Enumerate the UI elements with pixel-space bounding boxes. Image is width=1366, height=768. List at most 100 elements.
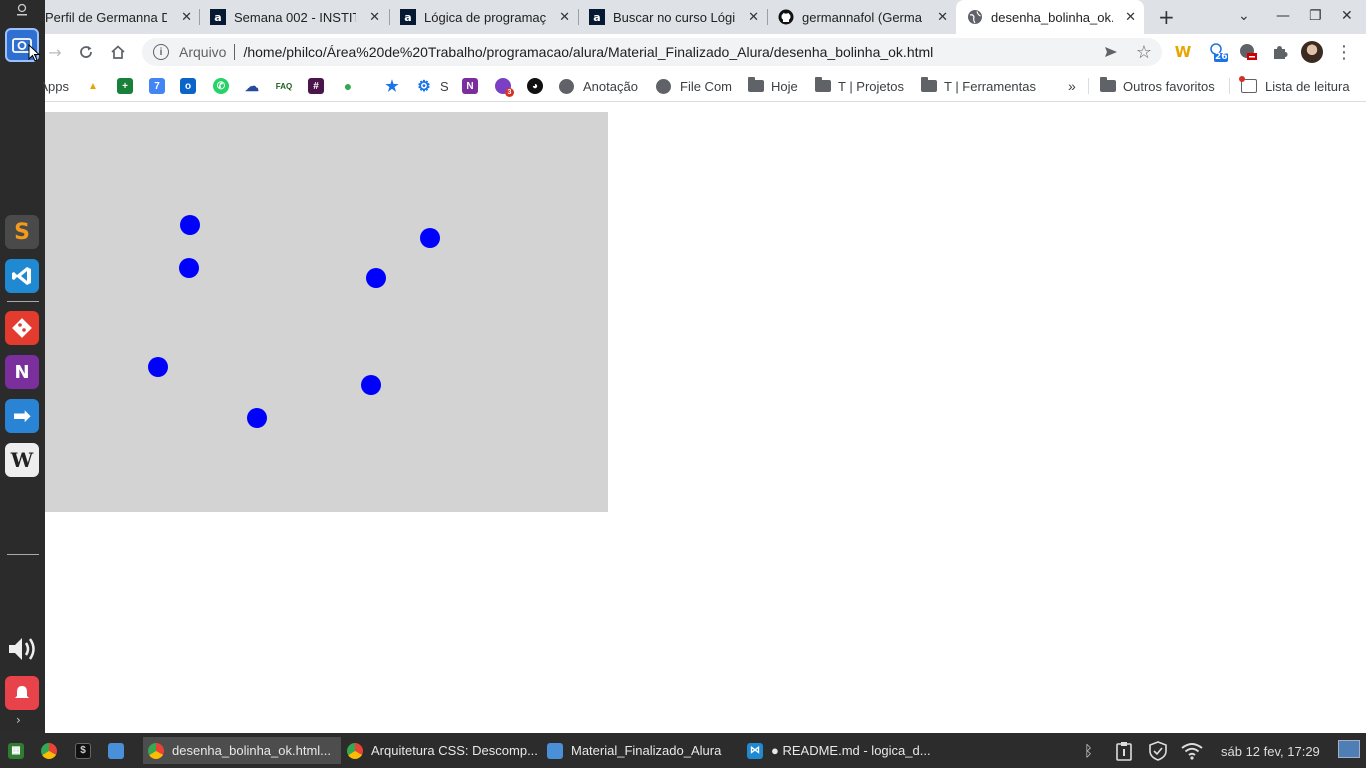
forward-button[interactable]: → [45, 42, 65, 62]
bookmark-s[interactable]: ⚙ S [416, 78, 449, 95]
shield-icon[interactable] [1148, 741, 1168, 761]
globe-icon [967, 9, 983, 25]
globe-icon [559, 78, 574, 94]
bookmark-s-label: S [440, 78, 449, 94]
tab-github[interactable]: germannafol (Germa ✕ [778, 0, 956, 34]
clock[interactable]: sáb 12 fev, 17:29 [1221, 741, 1320, 761]
tab-semana[interactable]: a Semana 002 - INSTITU ✕ [210, 0, 388, 34]
info-icon[interactable]: i [153, 44, 169, 60]
circle-dot [366, 268, 386, 288]
new-tab-button[interactable]: + [1158, 5, 1175, 29]
faq-icon[interactable]: FAQ [276, 78, 292, 94]
maps-pin-icon[interactable]: ● [340, 78, 356, 94]
wikipedia-icon[interactable]: W [5, 443, 39, 477]
bookmarks-overflow-chevron-icon[interactable]: » [1068, 78, 1076, 94]
chrome-icon [148, 742, 164, 759]
slack-icon[interactable]: # [308, 78, 324, 94]
close-icon[interactable]: ✕ [181, 10, 192, 25]
browser-toolbar: → i Arquivo /home/philco/Área%20de%20Tra… [45, 34, 1366, 70]
circle-dot [420, 228, 440, 248]
bookmark-folder-ferramentas[interactable]: T | Ferramentas [921, 77, 1036, 94]
taskbar-item-material[interactable]: Material_Finalizado_Alura [547, 737, 721, 764]
show-desktop-icon[interactable] [1338, 739, 1360, 759]
avatar[interactable] [1301, 41, 1323, 63]
address-bar[interactable]: i Arquivo /home/philco/Área%20de%20Traba… [142, 38, 1162, 66]
circle-dot [180, 215, 200, 235]
bookmark-star-icon[interactable]: ☆ [1134, 42, 1154, 63]
onenote-bookmark-icon[interactable]: N [462, 78, 478, 94]
wifi-icon[interactable] [1181, 741, 1203, 761]
close-icon[interactable]: ✕ [559, 10, 570, 25]
git-icon[interactable] [5, 311, 39, 345]
extension-badge-icon[interactable]: 26 [1208, 42, 1228, 62]
bookmark-folder-hoje[interactable]: Hoje [748, 77, 798, 94]
menu-grid-icon[interactable]: ▦ [8, 737, 32, 764]
migration-arrow-icon[interactable]: ➡ [5, 399, 39, 433]
folder-icon [921, 77, 937, 92]
files-icon[interactable] [108, 737, 132, 764]
more-menu-icon[interactable]: ⋮ [1334, 42, 1354, 63]
tab-title: Buscar no curso Lógic [613, 9, 735, 25]
whatsapp-icon[interactable]: ✆ [213, 78, 229, 94]
bookmark-file-com[interactable]: File Com [656, 78, 732, 94]
bluetooth-icon[interactable]: ᛒ [1084, 741, 1093, 761]
bookmark-anotacao[interactable]: Anotação [559, 78, 638, 94]
drive-icon[interactable]: ▲ [85, 78, 101, 94]
reading-list[interactable]: Lista de leitura [1239, 76, 1350, 94]
taskbar-item-label: Material_Finalizado_Alura [571, 743, 722, 758]
tab-perfil[interactable]: Perfil de Germanna Di ✕ [45, 0, 200, 34]
close-window-button[interactable]: ✕ [1341, 8, 1353, 24]
sheets-icon[interactable]: + [117, 78, 133, 94]
outlook-icon[interactable]: o [180, 78, 196, 94]
bookmark-file-com-label: File Com [680, 78, 733, 94]
bookmarks-bar: Apps ▲ + 7 o ✆ ☁ FAQ # ● ★ ⚙ S N 3 ◕ Ano… [43, 70, 1366, 102]
bookmark-anotacao-label: Anotação [583, 78, 638, 94]
taskbar-item-desenha[interactable]: desenha_bolinha_ok.html... [143, 737, 341, 764]
url-text[interactable]: /home/philco/Área%20de%20Trabalho/progra… [243, 44, 933, 60]
calendar-icon[interactable]: 7 [149, 78, 165, 94]
github-icon [778, 9, 794, 25]
notification-bell-icon[interactable] [5, 676, 39, 710]
chrome-launcher-icon[interactable] [41, 737, 65, 764]
github-bookmark-icon[interactable]: ◕ [527, 78, 543, 94]
restore-button[interactable]: ❐ [1309, 8, 1322, 24]
circle-dot [247, 408, 267, 428]
tab-logica[interactable]: a Lógica de programaç ✕ [400, 0, 578, 34]
tab-buscar[interactable]: a Buscar no curso Lógic ✕ [589, 0, 767, 34]
clipboard-icon[interactable] [1115, 741, 1133, 761]
bookmark-folder-projetos[interactable]: T | Projetos [815, 77, 904, 94]
minimize-button[interactable]: — [1276, 8, 1290, 24]
tab-desenha-bolinha[interactable]: desenha_bolinha_ok.h ✕ [956, 0, 1144, 34]
tab-title: Perfil de Germanna Di [45, 9, 167, 25]
close-icon[interactable]: ✕ [748, 10, 759, 25]
star-bookmark-icon[interactable]: ★ [384, 78, 400, 95]
extension-cloud-icon[interactable] [1238, 42, 1258, 62]
close-icon[interactable]: ✕ [369, 10, 380, 25]
send-icon[interactable] [1101, 42, 1121, 62]
taskbar-item-readme[interactable]: ⋈ ● README.md - logica_d... [747, 737, 931, 764]
user-icon[interactable] [15, 3, 29, 17]
bookmark-apps[interactable]: Apps [43, 78, 69, 94]
vscode-icon[interactable] [5, 259, 39, 293]
onenote-icon[interactable]: N [5, 355, 39, 389]
dock-expand-icon[interactable]: › [16, 713, 21, 727]
close-icon[interactable]: ✕ [937, 10, 948, 25]
onedrive-icon[interactable]: ☁ [244, 78, 260, 94]
drawing-canvas[interactable] [45, 112, 608, 512]
terminal-icon[interactable]: $ [75, 737, 99, 764]
sublime-text-icon[interactable]: S [5, 215, 39, 249]
taskbar-item-arquitetura[interactable]: Arquitetura CSS: Descomp... [347, 737, 538, 764]
home-button[interactable] [108, 42, 128, 62]
bookmark-apps-label: Apps [43, 78, 69, 94]
notifications-bookmark-icon[interactable]: 3 [495, 78, 514, 97]
extension-w-icon[interactable]: W [1173, 42, 1193, 62]
alura-icon: a [400, 9, 416, 25]
folder-icon [547, 742, 563, 759]
bookmark-folder-outros[interactable]: Outros favoritos [1100, 77, 1215, 94]
reload-button[interactable] [76, 42, 96, 62]
volume-icon[interactable] [5, 632, 39, 666]
folder-icon [748, 77, 764, 92]
close-icon[interactable]: ✕ [1125, 10, 1136, 25]
puzzle-extensions-icon[interactable] [1270, 42, 1290, 62]
tab-search-chevron-icon[interactable]: ⌄ [1238, 8, 1250, 24]
